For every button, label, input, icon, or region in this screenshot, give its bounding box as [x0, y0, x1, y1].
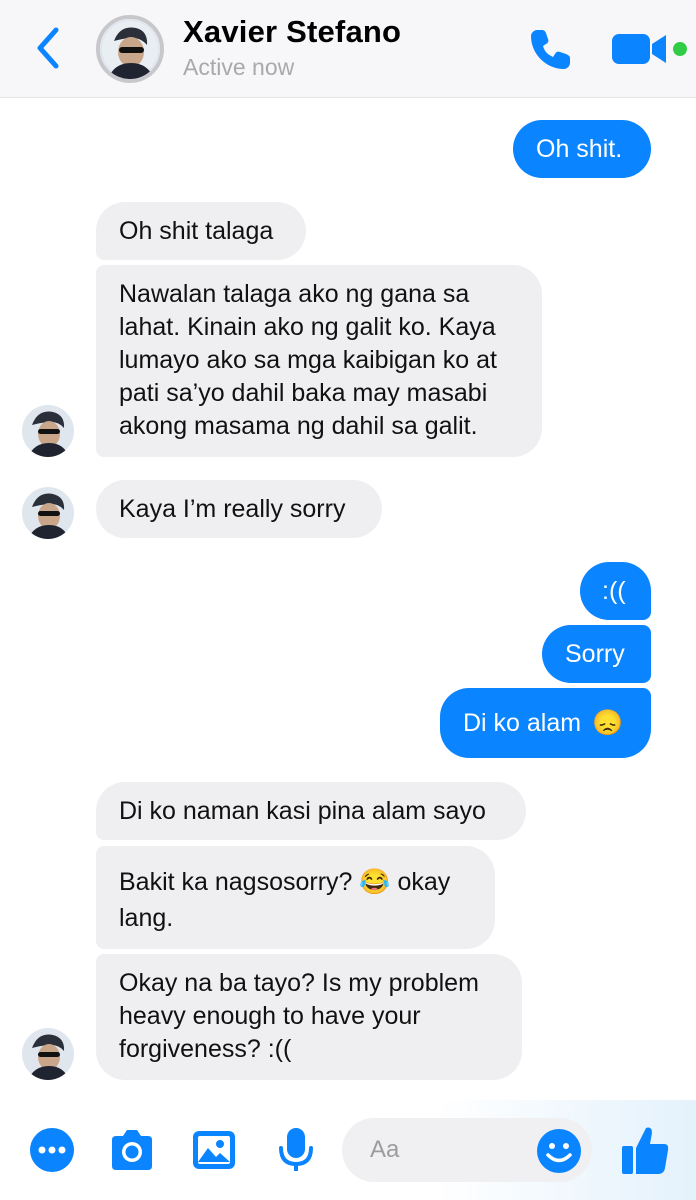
chat-header: Xavier Stefano Active now: [0, 0, 696, 98]
message-bubble-outgoing[interactable]: Di ko alam 😞: [440, 688, 651, 758]
thumbs-up-icon[interactable]: [620, 1124, 670, 1176]
message-bubble-outgoing[interactable]: Sorry: [542, 625, 651, 683]
message-line: Nawalan talaga ako ng gana sa: [119, 280, 470, 308]
message-text: Di ko alam: [463, 709, 582, 737]
phone-icon[interactable]: [526, 24, 576, 74]
message-line: akong masama ng dahil sa galit.: [119, 412, 478, 440]
message-bubble-outgoing[interactable]: :((: [580, 562, 651, 620]
image-icon[interactable]: [190, 1126, 238, 1174]
avatar-image: [22, 487, 74, 539]
message-bubble-incoming[interactable]: Bakit ka nagsosorry? 😂 okay lang.: [96, 846, 495, 949]
contact-avatar-small[interactable]: [22, 405, 74, 457]
tears-of-joy-emoji: 😂: [359, 868, 391, 896]
online-indicator: [673, 42, 687, 56]
message-bubble-outgoing[interactable]: Oh shit.: [513, 120, 651, 178]
chevron-left-icon[interactable]: [30, 24, 66, 72]
message-bubble-incoming[interactable]: Di ko naman kasi pina alam sayo: [96, 782, 526, 840]
message-bubble-incoming[interactable]: Okay na ba tayo? Is my problem heavy eno…: [96, 954, 522, 1080]
more-dots-icon[interactable]: [28, 1126, 76, 1174]
message-line: Okay na ba tayo? Is my problem: [119, 969, 479, 997]
message-text: :((: [602, 577, 626, 605]
message-line: lahat. Kinain ako ng galit ko. Kaya: [119, 313, 496, 341]
disappointed-face-emoji: 😞: [592, 709, 624, 737]
contact-avatar[interactable]: [96, 15, 164, 83]
message-text: okay: [397, 868, 451, 896]
message-line: heavy enough to have your: [119, 1002, 421, 1030]
contact-name[interactable]: Xavier Stefano: [183, 14, 401, 50]
message-line: forgiveness? :((: [119, 1035, 292, 1063]
message-line: lang.: [119, 904, 174, 932]
camera-icon[interactable]: [108, 1126, 156, 1174]
message-text: Oh shit talaga: [119, 217, 274, 245]
avatar-image: [100, 19, 160, 79]
contact-avatar-small[interactable]: [22, 487, 74, 539]
active-status: Active now: [183, 54, 295, 80]
message-bubble-incoming[interactable]: Oh shit talaga: [96, 202, 306, 260]
message-text: Di ko naman kasi pina alam sayo: [119, 797, 486, 825]
video-camera-icon[interactable]: [612, 30, 668, 68]
message-text: Kaya I’m really sorry: [119, 495, 346, 523]
message-line: lumayo ako sa mga kaibigan ko at: [119, 346, 497, 374]
message-line: Bakit ka nagsosorry? 😂 okay: [119, 864, 495, 900]
avatar-image: [22, 1028, 74, 1080]
smiley-icon[interactable]: [536, 1128, 582, 1174]
microphone-icon[interactable]: [272, 1126, 320, 1174]
input-placeholder: Aa: [370, 1136, 400, 1163]
message-bubble-incoming[interactable]: Kaya I’m really sorry: [96, 480, 382, 538]
contact-avatar-small[interactable]: [22, 1028, 74, 1080]
message-line: pati sa’yo dahil baka may masabi: [119, 379, 488, 407]
message-bubble-incoming[interactable]: Nawalan talaga ako ng gana sa lahat. Kin…: [96, 265, 542, 457]
message-text: Bakit ka nagsosorry?: [119, 868, 353, 896]
message-text: Oh shit.: [536, 135, 623, 163]
message-text: Sorry: [565, 640, 625, 668]
avatar-image: [22, 405, 74, 457]
